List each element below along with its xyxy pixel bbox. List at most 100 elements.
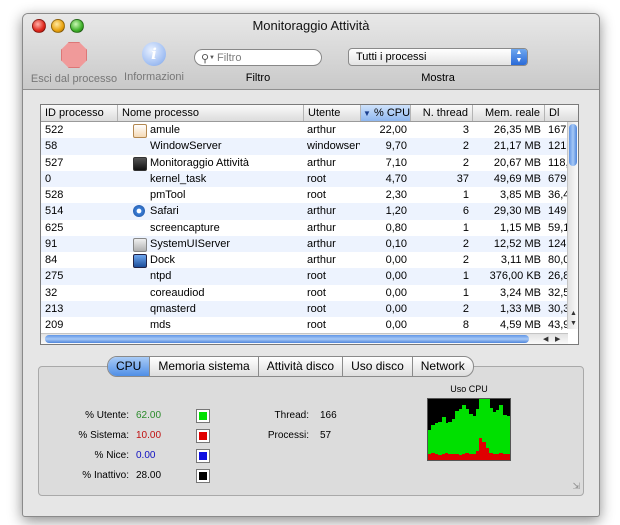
table-row[interactable]: 209 mds root 0,00 8 4,59 MB 43,9: [41, 317, 569, 333]
cell-threads: 1: [462, 286, 469, 299]
vertical-scrollbar[interactable]: ▲ ▼: [567, 122, 578, 329]
threads-label: Thread:: [274, 410, 309, 421]
tab-network[interactable]: Network: [413, 357, 473, 376]
scroll-left-icon[interactable]: ◀: [543, 335, 548, 343]
cpu-idle-label: % Inattivo:: [82, 470, 129, 481]
table-body: 522 amule arthur 22,00 3 26,35 MB 167, 58 Window…: [41, 122, 569, 333]
cell-user: arthur: [307, 254, 336, 266]
horizontal-scrollbar[interactable]: ◀ ▶: [41, 333, 568, 344]
table-row[interactable]: 522 amule arthur 22,00 3 26,35 MB 167,: [41, 122, 569, 138]
table-row[interactable]: 58 WindowServer windowserv 9,70 2 21,17 MB 121…: [41, 138, 569, 155]
resize-grip-icon[interactable]: ⇲: [572, 481, 580, 492]
cell-cpu: 22,00: [379, 124, 407, 136]
table-row[interactable]: 514 Safari arthur 1,20 6 29,30 MB 149,: [41, 203, 569, 220]
tab-bar: CPU Memoria sistema Attività disco Uso disc…: [107, 356, 474, 377]
cpu-nice-color-well[interactable]: [196, 449, 210, 463]
column-header-user[interactable]: Utente: [304, 105, 361, 121]
dock-icon: [133, 254, 147, 268]
scroll-up-icon[interactable]: ▲: [570, 310, 577, 317]
column-header-cpu-label: % CPU: [373, 107, 411, 119]
cell-memory: 4,59 MB: [500, 319, 541, 331]
cell-threads: 8: [462, 319, 469, 331]
filter-input[interactable]: [217, 50, 317, 65]
cell-threads: 6: [462, 205, 469, 218]
cell-pid: 0: [45, 172, 52, 185]
tab-uso-disco[interactable]: Uso disco: [343, 357, 413, 376]
table-row[interactable]: 275 ntpd root 0,00 1 376,00 KB 26,8: [41, 268, 569, 285]
processes-value: 57: [320, 430, 332, 441]
cell-pid: 58: [45, 140, 58, 153]
column-header-threads[interactable]: N. thread: [411, 105, 473, 121]
cell-cpu: 0,80: [385, 221, 407, 234]
cell-cpu: 9,70: [385, 140, 407, 153]
cpu-graph-title: Uso CPU: [450, 384, 488, 394]
tab-cpu[interactable]: CPU: [108, 357, 151, 376]
cell-process-name: Safari: [150, 205, 179, 218]
column-header-name[interactable]: Nome processo: [118, 105, 304, 121]
inspect-button[interactable]: i Informazioni: [109, 42, 199, 83]
cell-user: root: [307, 302, 326, 315]
cell-cpu: 0,00: [385, 286, 407, 299]
updown-arrows-icon: ▲ ▼: [511, 49, 527, 65]
quit-process-button[interactable]: Esci dal processo: [29, 42, 119, 85]
cpu-user-color-well[interactable]: [196, 409, 210, 423]
cell-user: root: [307, 189, 326, 201]
cpu-usage-graph: [427, 398, 511, 461]
cpu-nice-label: % Nice:: [94, 450, 129, 461]
cell-process-name: mds: [150, 319, 171, 331]
quit-process-label: Esci dal processo: [30, 73, 118, 85]
cell-threads: 2: [462, 254, 469, 266]
vertical-scroll-thumb[interactable]: [569, 124, 577, 166]
cell-user: root: [307, 172, 326, 185]
cell-memory: 1,15 MB: [500, 221, 541, 234]
cpu-user-value: 62.00: [136, 410, 162, 421]
cell-process-name: amule: [150, 124, 180, 136]
cell-threads: 37: [456, 172, 469, 185]
table-row[interactable]: 528 pmTool root 2,30 1 3,85 MB 36,4: [41, 187, 569, 203]
threads-value: 166: [320, 410, 337, 421]
horizontal-scroll-thumb[interactable]: [45, 335, 529, 343]
column-header-pid[interactable]: ID processo: [41, 105, 118, 121]
table-row[interactable]: 32 coreaudiod root 0,00 1 3,24 MB 32,5: [41, 285, 569, 301]
inspect-label: Informazioni: [124, 71, 184, 83]
table-row[interactable]: 213 qmasterd root 0,00 2 1,33 MB 30,3: [41, 300, 569, 317]
scroll-down-icon[interactable]: ▼: [570, 320, 577, 327]
cpu-system-value: 10.00: [136, 430, 162, 441]
cell-pid: 275: [45, 270, 64, 283]
cell-memory: 20,67 MB: [493, 156, 541, 169]
table-row[interactable]: 625 screencapture arthur 0,80 1 1,15 MB 59,1: [41, 220, 569, 236]
table-row[interactable]: 84 Dock arthur 0,00 2 3,11 MB 80,0: [41, 252, 569, 268]
cpu-pane: % Utente: 62.00 % Sistema: 10.00 % Nice:…: [38, 366, 584, 496]
cell-threads: 2: [462, 140, 469, 153]
cell-pid: 528: [45, 189, 64, 201]
cell-user: windowserv: [307, 140, 360, 153]
scroll-right-icon[interactable]: ▶: [555, 335, 560, 343]
cell-threads: 2: [462, 156, 469, 169]
cell-pid: 209: [45, 319, 64, 331]
cell-pid: 84: [45, 254, 58, 266]
cpu-system-color-well[interactable]: [196, 429, 210, 443]
show-select-value: Tutti i processi: [356, 51, 427, 63]
cell-process-name: coreaudiod: [150, 286, 205, 299]
cell-process-name: Monitoraggio Attività: [150, 156, 250, 169]
cell-pid: 522: [45, 124, 64, 136]
cell-cpu: 7,10: [385, 156, 407, 169]
table-row[interactable]: 527 Monitoraggio Attività arthur 7,10 2 20,67…: [41, 155, 569, 171]
cell-memory: 3,85 MB: [500, 189, 541, 201]
tab-attivit-disco[interactable]: Attività disco: [259, 357, 344, 376]
column-header-memory[interactable]: Mem. reale: [473, 105, 545, 121]
cell-user: arthur: [307, 221, 336, 234]
tab-memoria-sistema[interactable]: Memoria sistema: [150, 357, 259, 376]
show-processes-select[interactable]: Tutti i processi ▲ ▼: [348, 48, 528, 66]
cell-process-name: SystemUIServer: [150, 237, 231, 250]
cell-pid: 213: [45, 302, 64, 315]
filter-search-field[interactable]: ⚲ ▼: [194, 49, 322, 66]
cell-cpu: 1,20: [385, 205, 407, 218]
table-row[interactable]: 91 SystemUIServer arthur 0,10 2 12,52 MB 124,: [41, 235, 569, 252]
column-header-virtual-memory[interactable]: Dl: [545, 105, 578, 121]
window-title: Monitoraggio Attività: [252, 18, 370, 33]
cell-cpu: 4,70: [385, 172, 407, 185]
column-header-cpu[interactable]: ▼ % CPU: [361, 105, 411, 121]
table-row[interactable]: 0 kernel_task root 4,70 37 49,69 MB 679,: [41, 170, 569, 187]
cpu-idle-color-well[interactable]: [196, 469, 210, 483]
